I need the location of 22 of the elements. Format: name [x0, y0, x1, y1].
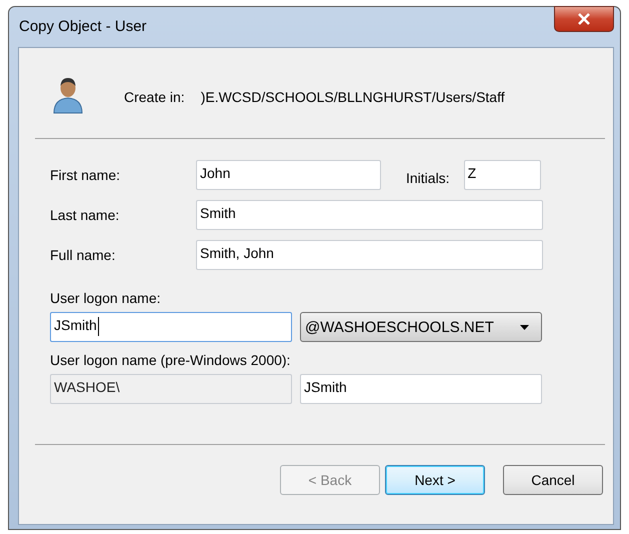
dropdown-arrow-icon [520, 324, 529, 330]
domain-dropdown[interactable]: @WASHOESCHOOLS.NET [300, 312, 542, 342]
initials-field[interactable]: Z [464, 160, 541, 190]
logon-name-label: User logon name: [50, 290, 162, 306]
close-button[interactable] [554, 6, 614, 32]
last-name-field[interactable]: Smith [196, 200, 543, 230]
cancel-button[interactable]: Cancel [503, 465, 603, 495]
window-title: Copy Object - User [18, 18, 147, 35]
close-icon [577, 13, 591, 25]
pre-windows-logon-label: User logon name (pre-Windows 2000): [50, 352, 292, 368]
create-in-label: Create in: [124, 89, 185, 105]
user-icon [51, 75, 85, 115]
logon-name-field[interactable]: JSmith [50, 312, 292, 342]
full-name-field[interactable]: Smith, John [196, 240, 543, 270]
container-path: )E.WCSD/SCHOOLS/BLLNGHURST/Users/Staff [200, 89, 505, 105]
next-button[interactable]: Next > [385, 465, 485, 495]
last-name-label: Last name: [50, 207, 120, 223]
initials-label: Initials: [406, 170, 450, 186]
pre-windows-logon-field[interactable]: JSmith [300, 374, 542, 404]
full-name-label: Full name: [50, 247, 116, 263]
first-name-label: First name: [50, 167, 122, 183]
first-name-field[interactable]: John [196, 160, 381, 190]
